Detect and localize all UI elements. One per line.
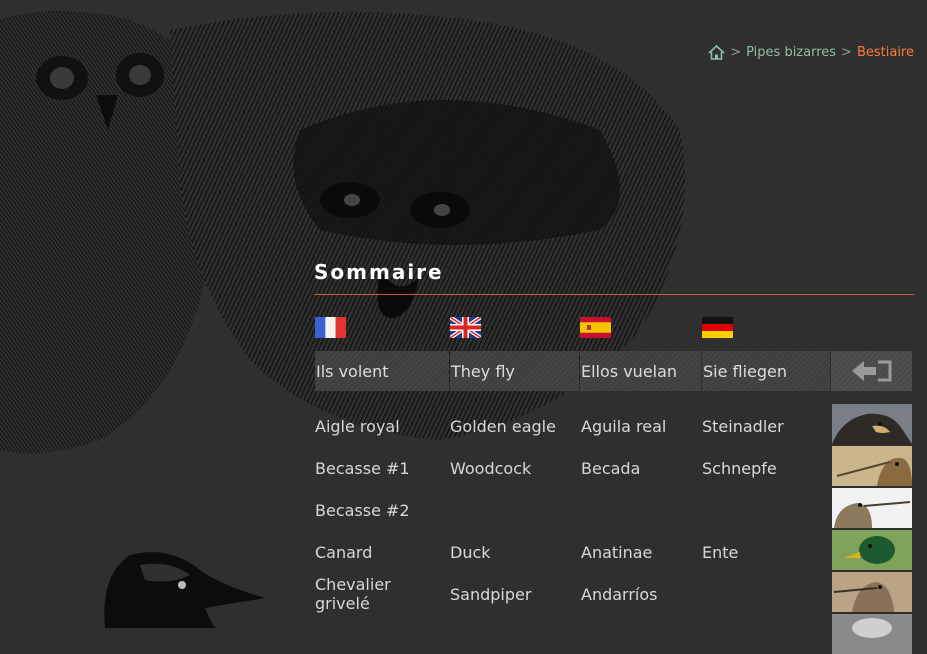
back-button[interactable]	[831, 351, 912, 391]
list-item-es[interactable]: Aguila real	[581, 418, 666, 436]
page-title: Sommaire	[314, 260, 444, 284]
column-header-english[interactable]: They fly	[450, 351, 579, 391]
title-divider	[314, 294, 914, 295]
list-item-es[interactable]: Andarríos	[581, 586, 658, 604]
list-item-fr[interactable]: Becasse #2	[315, 502, 410, 520]
exit-arrow-icon	[851, 360, 891, 382]
list-item-en[interactable]: Sandpiper	[450, 586, 531, 604]
bird-illustration	[104, 552, 266, 628]
eagle-thumbnail[interactable]	[832, 404, 912, 444]
home-icon[interactable]	[708, 45, 725, 60]
woodcock-thumbnail[interactable]	[832, 446, 912, 486]
list-item-de[interactable]: Ente	[702, 544, 738, 562]
breadcrumb-link-pipes-bizarres[interactable]: Pipes bizarres	[746, 45, 836, 60]
list-item-en[interactable]: Golden eagle	[450, 418, 556, 436]
next-thumbnail[interactable]	[832, 614, 912, 654]
list-item-fr[interactable]: Chevalier	[315, 576, 391, 594]
background-engraving	[0, 11, 685, 628]
germany-flag-icon	[702, 317, 733, 338]
column-header-spanish[interactable]: Ellos vuelan	[580, 351, 701, 391]
breadcrumb: > Pipes bizarres > Bestiaire	[708, 45, 914, 60]
column-header-german[interactable]: Sie fliegen	[702, 351, 830, 391]
list-item-fr[interactable]: Becasse #1	[315, 460, 410, 478]
breadcrumb-separator: >	[730, 45, 742, 60]
breadcrumb-current: Bestiaire	[856, 45, 914, 60]
list-item-es[interactable]: Anatinae	[581, 544, 652, 562]
sandpiper-thumbnail[interactable]	[832, 572, 912, 612]
france-flag-icon	[315, 317, 346, 338]
spain-flag-icon	[580, 317, 611, 338]
list-item-fr[interactable]: Aigle royal	[315, 418, 400, 436]
list-item-en[interactable]: Woodcock	[450, 460, 531, 478]
list-item-es[interactable]: Becada	[581, 460, 640, 478]
breadcrumb-separator: >	[841, 45, 852, 60]
list-item-fr[interactable]: Canard	[315, 544, 372, 562]
duck-thumbnail[interactable]	[832, 530, 912, 570]
list-item-de[interactable]: Steinadler	[702, 418, 784, 436]
column-header-french[interactable]: Ils volent	[315, 351, 449, 391]
list-item-de[interactable]: Schnepfe	[702, 460, 777, 478]
list-item-en[interactable]: Duck	[450, 544, 491, 562]
uk-flag-icon	[450, 317, 481, 338]
snipe-thumbnail[interactable]	[832, 488, 912, 528]
list-item-fr-line2[interactable]: grivelé	[315, 595, 370, 613]
